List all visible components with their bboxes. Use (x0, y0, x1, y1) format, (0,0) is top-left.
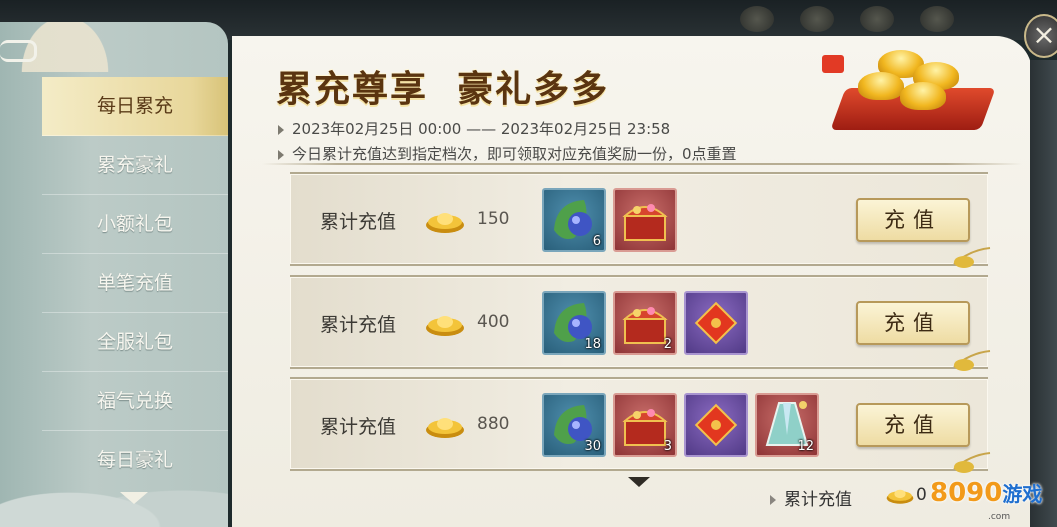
sidebar-item-cumulative-gifts[interactable]: 累充豪礼 (42, 136, 228, 195)
red-envelope-icon (822, 55, 844, 73)
gold-ingot-icon (886, 489, 914, 504)
panel-side-scene (1030, 60, 1057, 527)
top-bar-ornament (800, 6, 834, 32)
bullet-triangle-icon (278, 124, 284, 135)
reward-row: 累计充值 880 30 3 12 充值 (290, 377, 991, 473)
gold-ingot-decoration (830, 40, 996, 130)
treasure-chest-icon[interactable] (613, 188, 677, 252)
sidebar-item-daily-luxury[interactable]: 每日豪礼 (42, 431, 228, 489)
recharge-button[interactable]: 充值 (856, 403, 970, 447)
gold-ingot-icon (426, 316, 464, 336)
row-label: 累计充值 (320, 416, 397, 438)
scroll-down-icon[interactable] (628, 477, 650, 487)
fortune-card-icon[interactable] (684, 393, 748, 457)
recharge-button[interactable]: 充值 (856, 301, 970, 345)
bullet-triangle-icon (278, 149, 284, 160)
costume-robe-icon[interactable]: 12 (755, 393, 819, 457)
site-watermark: 8090游戏 .com (930, 478, 1043, 522)
treasure-chest-icon[interactable]: 3 (613, 393, 677, 457)
gold-ingot-icon (426, 213, 464, 233)
sidebar: 每日累充 累充豪礼 小额礼包 单笔充值 全服礼包 福气兑换 每日豪礼 (0, 22, 228, 527)
jade-orb-icon[interactable]: 18 (542, 291, 606, 355)
jade-orb-icon[interactable]: 6 (542, 188, 606, 252)
sidebar-item-small-pack[interactable]: 小额礼包 (42, 195, 228, 254)
sidebar-menu: 每日累充 累充豪礼 小额礼包 单笔充值 全服礼包 福气兑换 每日豪礼 (42, 77, 228, 489)
sidebar-item-fortune-exchange[interactable]: 福气兑换 (42, 372, 228, 431)
row-label: 累计充值 (320, 314, 397, 336)
reward-row: 累计充值 400 18 2 充值 (290, 275, 991, 371)
divider (262, 163, 1022, 165)
top-bar-ornament (860, 6, 894, 32)
fortune-card-icon[interactable] (684, 291, 748, 355)
reward-row: 累计充值 150 6 充值 (290, 172, 991, 268)
cumulative-total: 累计充值 (770, 485, 852, 510)
row-label: 累计充值 (320, 211, 397, 233)
chevron-down-icon[interactable] (120, 492, 148, 504)
treasure-chest-icon[interactable]: 2 (613, 291, 677, 355)
page-title: 累充尊享 豪礼多多 (276, 68, 610, 110)
bullet-triangle-icon (770, 495, 776, 505)
gold-ingot-icon (426, 418, 464, 438)
tassel-decoration (953, 247, 991, 268)
tassel-decoration (953, 350, 991, 371)
event-period: 2023年02月25日 00:00 —— 2023年02月25日 23:58 (278, 118, 670, 139)
tassel-decoration (953, 452, 991, 473)
top-bar-ornament (920, 6, 954, 32)
sidebar-item-single-recharge[interactable]: 单笔充值 (42, 254, 228, 313)
recharge-button[interactable]: 充值 (856, 198, 970, 242)
sidebar-item-server-pack[interactable]: 全服礼包 (42, 313, 228, 372)
cumulative-total-value: 0 (916, 485, 927, 505)
jade-orb-icon[interactable]: 30 (542, 393, 606, 457)
knot-decoration (0, 40, 37, 62)
recharge-amount: 880 (477, 414, 510, 434)
sidebar-item-daily-recharge[interactable]: 每日累充 (42, 77, 228, 136)
event-description: 今日累计充值达到指定档次，即可领取对应充值奖励一份，0点重置 (278, 143, 737, 164)
close-icon[interactable]: × (1024, 14, 1057, 58)
recharge-amount: 150 (477, 209, 510, 229)
recharge-amount: 400 (477, 312, 510, 332)
top-bar-ornament (740, 6, 774, 32)
